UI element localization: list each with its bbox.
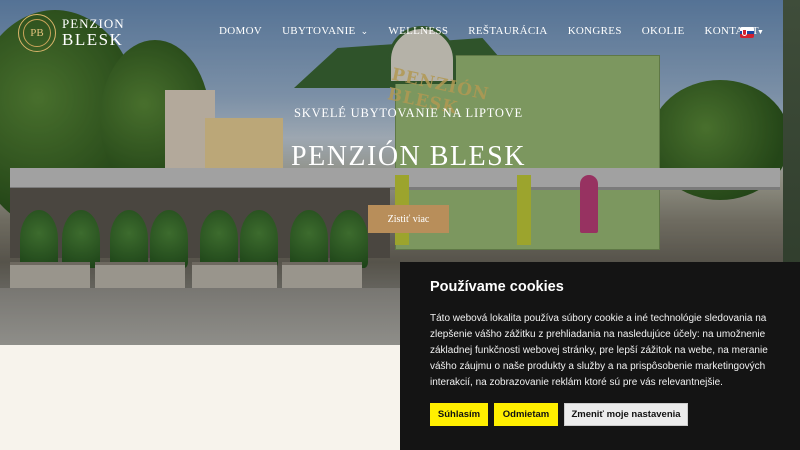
main-menu: DOMOV UBYTOVANIE ⌄ WELLNESS REŠTAURÁCIA K… <box>219 25 779 37</box>
learn-more-button[interactable]: Zistiť viac <box>368 205 449 233</box>
nav-item-kongres[interactable]: KONGRES <box>568 25 622 37</box>
logo[interactable]: PB PENZION BLESK <box>18 14 125 52</box>
cookie-banner: Používame cookies Táto webová lokalita p… <box>400 262 800 450</box>
cookie-title: Používame cookies <box>430 279 564 295</box>
cookie-text: Táto webová lokalita používa súbory cook… <box>430 313 768 388</box>
logo-badge-icon: PB <box>18 14 56 52</box>
nav-item-ubytovanie-label: UBYTOVANIE <box>282 25 356 37</box>
chevron-down-icon: ⌄ <box>360 26 369 36</box>
nav-item-okolie[interactable]: OKOLIE <box>642 25 685 37</box>
nav-item-ubytovanie[interactable]: UBYTOVANIE ⌄ <box>282 25 368 37</box>
accept-button[interactable]: Súhlasím <box>430 403 488 426</box>
chevron-down-icon: ▼ <box>757 29 764 36</box>
nav-item-restauracia[interactable]: REŠTAURÁCIA <box>468 25 547 37</box>
logo-line-1: PENZION <box>62 16 125 32</box>
change-settings-button[interactable]: Zmeniť moje nastavenia <box>564 403 688 426</box>
reject-button[interactable]: Odmietam <box>494 403 558 426</box>
hero-title: PENZIÓN BLESK <box>291 141 526 172</box>
nav-item-domov[interactable]: DOMOV <box>219 25 262 37</box>
slovak-flag-icon <box>740 27 754 38</box>
hero-tagline: SKVELÉ UBYTOVANIE NA LIPTOVE <box>294 106 523 120</box>
cookie-buttons: Súhlasím Odmietam Zmeniť moje nastavenia <box>430 403 780 426</box>
logo-text: PENZION BLESK <box>62 17 125 48</box>
top-navigation: PB PENZION BLESK DOMOV UBYTOVANIE ⌄ WELLN… <box>0 0 800 62</box>
nav-item-wellness[interactable]: WELLNESS <box>388 25 448 37</box>
logo-line-2: BLESK <box>62 29 124 49</box>
language-switcher[interactable]: ▼ <box>740 27 764 38</box>
